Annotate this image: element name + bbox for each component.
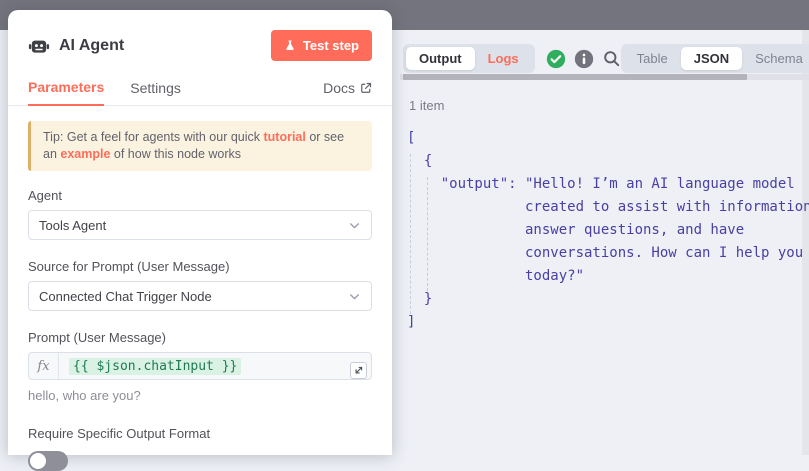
source-field-label: Source for Prompt (User Message): [28, 259, 372, 274]
tutorial-link[interactable]: tutorial: [263, 130, 305, 144]
parameters-form: Tip: Get a feel for agents with our quic…: [8, 106, 392, 471]
output-toolbar: Output Logs Table JSON Schema: [403, 44, 795, 73]
prompt-field-label: Prompt (User Message): [28, 330, 372, 345]
info-icon[interactable]: [574, 49, 594, 69]
panel-header: AI Agent Test step: [8, 10, 392, 61]
example-link[interactable]: example: [60, 147, 110, 161]
items-count: 1 item: [409, 98, 444, 113]
output-logs-switch: Output Logs: [403, 44, 535, 73]
docs-label: Docs: [323, 80, 355, 96]
chevron-down-icon: [348, 290, 361, 303]
horizontal-scrollbar-thumb[interactable]: [403, 74, 747, 80]
agent-field-label: Agent: [28, 188, 372, 203]
tab-parameters[interactable]: Parameters: [28, 73, 104, 106]
tab-json[interactable]: JSON: [681, 47, 742, 70]
output-format-label: Require Specific Output Format: [28, 426, 372, 441]
source-select-value: Connected Chat Trigger Node: [39, 289, 212, 304]
source-select[interactable]: Connected Chat Trigger Node: [28, 281, 372, 311]
tip-text-prefix: Tip: Get a feel for agents with our quic…: [43, 130, 263, 144]
expand-expression-button[interactable]: [350, 362, 367, 379]
tab-docs[interactable]: Docs: [323, 74, 372, 105]
flask-icon: [284, 39, 296, 52]
prompt-expression-value[interactable]: {{ $json.chatInput }}: [69, 358, 241, 375]
json-output-code[interactable]: [ { "output": "Hello! I’m an AI language…: [407, 127, 809, 334]
output-status-icons: [546, 49, 621, 69]
node-title: AI Agent: [59, 37, 124, 55]
horizontal-scrollbar-track[interactable]: [400, 74, 809, 80]
test-step-button[interactable]: Test step: [271, 30, 372, 61]
prompt-resolved-preview: hello, who are you?: [28, 388, 372, 403]
success-check-icon: [546, 49, 566, 69]
output-format-toggle[interactable]: [28, 451, 68, 471]
tab-logs[interactable]: Logs: [475, 47, 532, 70]
search-icon[interactable]: [602, 49, 621, 68]
test-step-label: Test step: [303, 38, 359, 53]
format-switch: Table JSON Schema: [621, 44, 809, 73]
tab-table[interactable]: Table: [624, 47, 681, 70]
expand-icon: [353, 365, 364, 376]
prompt-expression-field[interactable]: fx {{ $json.chatInput }}: [28, 352, 372, 380]
agent-select-value: Tools Agent: [39, 218, 106, 233]
tab-settings[interactable]: Settings: [130, 74, 181, 105]
fx-badge: fx: [29, 353, 59, 379]
robot-icon: [28, 35, 50, 57]
tab-schema[interactable]: Schema: [742, 47, 809, 70]
external-link-icon: [360, 82, 372, 94]
node-settings-panel: AI Agent Test step Parameters Settings D…: [8, 10, 392, 455]
tip-text-suffix: of how this node works: [110, 147, 241, 161]
agent-select[interactable]: Tools Agent: [28, 210, 372, 240]
panel-tabs: Parameters Settings Docs: [8, 73, 392, 106]
chevron-down-icon: [348, 219, 361, 232]
toggle-knob: [30, 453, 46, 469]
tab-output[interactable]: Output: [406, 47, 475, 70]
json-output-view: [ { "output": "Hello! I’m an AI language…: [407, 127, 809, 334]
tip-callout: Tip: Get a feel for agents with our quic…: [28, 121, 372, 171]
